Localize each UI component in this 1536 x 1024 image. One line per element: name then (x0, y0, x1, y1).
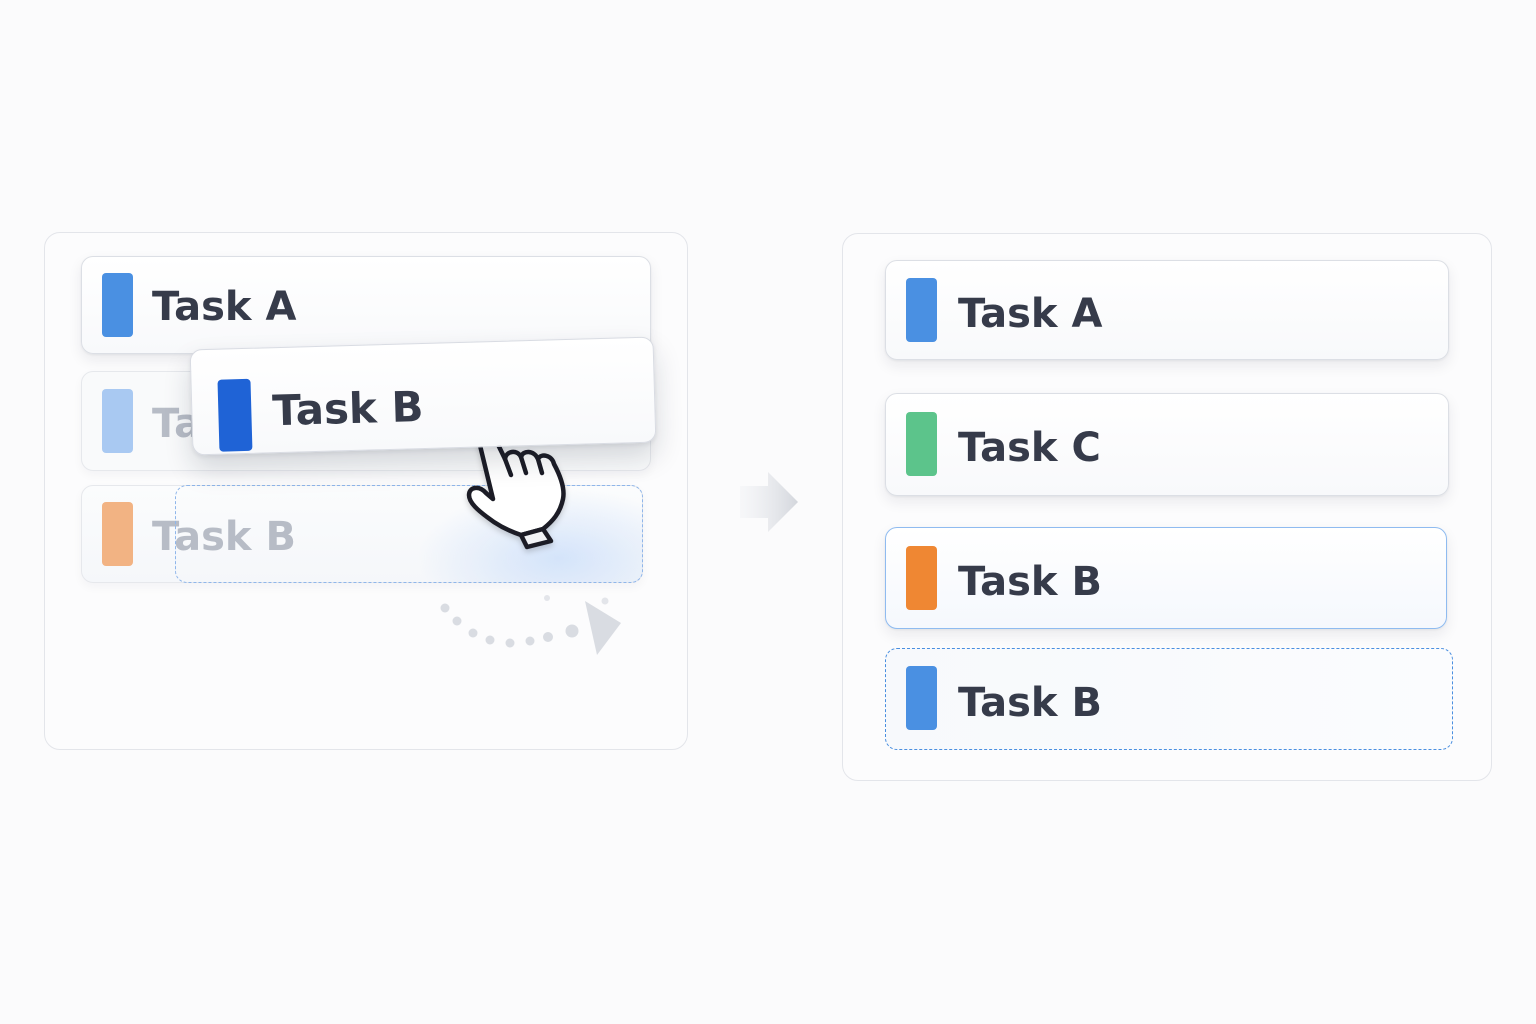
task-color-chip (906, 412, 937, 476)
task-color-chip (217, 378, 253, 452)
after-panel: Task A Task C Task B Task B (842, 233, 1492, 781)
task-label: Task A (958, 291, 1103, 337)
task-label: Task C (958, 425, 1101, 471)
task-color-chip (102, 389, 133, 453)
task-card-b-highlighted[interactable]: Task B (885, 527, 1447, 629)
task-color-chip (906, 546, 937, 610)
task-color-chip (102, 273, 133, 337)
task-color-chip (906, 278, 937, 342)
curved-dotted-arrow-icon (440, 595, 621, 655)
task-label: Task A (152, 284, 297, 330)
arrow-right-icon (740, 472, 798, 532)
task-label: Task B (958, 680, 1102, 726)
dragged-task-card[interactable]: Task B (189, 336, 657, 456)
task-card-b-placeholder[interactable]: Task B (885, 648, 1453, 750)
task-color-chip (906, 666, 937, 730)
task-label: Task B (271, 382, 425, 436)
task-color-chip (102, 502, 133, 566)
before-panel: Task A Ta Task B Task B (44, 232, 688, 750)
task-card-c[interactable]: Task C (885, 393, 1449, 496)
task-card-a[interactable]: Task A (885, 260, 1449, 360)
task-label: Task B (958, 559, 1102, 605)
